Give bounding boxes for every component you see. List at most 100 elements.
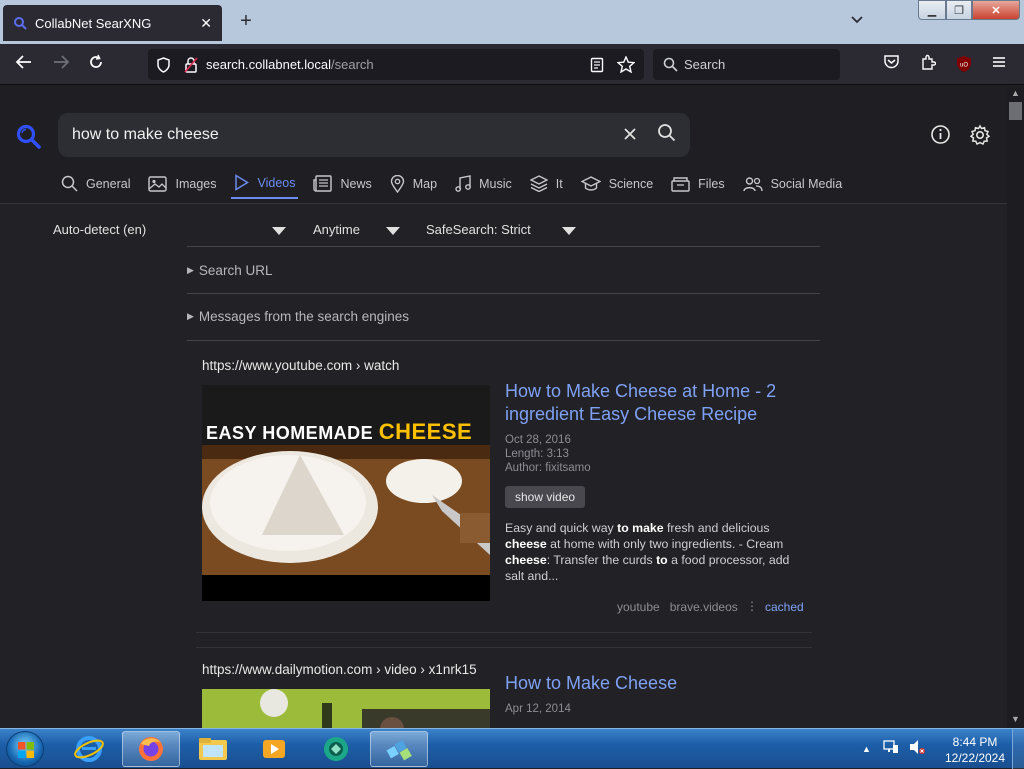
reload-icon[interactable]	[88, 54, 104, 75]
firefox-icon[interactable]	[122, 731, 180, 767]
result-title-link[interactable]: How to Make Cheese at Home - 2 ingredien…	[505, 380, 805, 426]
search-input[interactable]: how to make cheese	[58, 113, 690, 157]
forward-arrow-icon[interactable]	[52, 54, 70, 75]
pocket-icon[interactable]	[883, 54, 900, 75]
tab-news[interactable]: News	[310, 174, 374, 199]
triangle-right-icon: ▶	[187, 311, 194, 321]
result-engines: youtube brave.videos	[617, 600, 738, 614]
snippet-highlight: to make	[617, 521, 664, 535]
lock-insecure-icon[interactable]	[184, 57, 198, 73]
chat-app-icon[interactable]	[307, 731, 365, 767]
tab-music[interactable]: Music	[452, 174, 515, 199]
searxng-logo-icon[interactable]	[16, 124, 42, 150]
engine-brave-videos: brave.videos	[669, 600, 738, 614]
scrollbar-thumb[interactable]	[1009, 102, 1022, 120]
maximize-icon[interactable]: ❐	[946, 0, 972, 20]
shield-icon[interactable]	[156, 57, 171, 73]
tab-social-media[interactable]: Social Media	[740, 174, 846, 199]
browser-tab[interactable]: CollabNet SearXNG ✕	[3, 5, 222, 41]
url-path: /search	[331, 57, 374, 72]
network-app-icon[interactable]	[370, 731, 428, 767]
language-select[interactable]: Auto-detect (en)	[53, 222, 146, 237]
chevron-down-icon[interactable]	[386, 227, 400, 235]
tab-it[interactable]: It	[527, 174, 566, 199]
tab-science[interactable]: Science	[578, 174, 656, 199]
result-url-host: https://www.dailymotion.com	[202, 662, 373, 677]
video-thumbnail[interactable]	[202, 689, 490, 728]
cached-link[interactable]: cached	[765, 600, 804, 614]
chevron-down-icon[interactable]	[562, 227, 576, 235]
snippet-highlight: cheese	[505, 537, 547, 551]
safesearch-select[interactable]: SafeSearch: Strict	[426, 222, 531, 237]
search-icon	[663, 57, 678, 72]
chevron-down-icon[interactable]	[850, 12, 864, 28]
tab-images[interactable]: Images	[145, 174, 219, 199]
media-player-icon[interactable]	[245, 731, 303, 767]
close-window-icon[interactable]: ✕	[972, 0, 1020, 20]
scroll-up-icon[interactable]: ▲	[1011, 88, 1020, 98]
new-tab-icon[interactable]: +	[235, 10, 257, 33]
file-box-icon	[671, 176, 694, 192]
info-icon[interactable]	[930, 124, 951, 151]
video-result: https://www.dailymotion.com › video › x1…	[188, 648, 816, 728]
result-snippet: Easy and quick way to make fresh and del…	[505, 520, 805, 584]
volume-muted-icon[interactable]	[909, 739, 925, 760]
browser-search-field[interactable]: Search	[653, 49, 840, 80]
start-button[interactable]	[6, 731, 44, 767]
hamburger-menu-icon[interactable]	[991, 54, 1007, 74]
video-thumbnail[interactable]: EASY HOMEMADE CHEESE	[202, 385, 490, 601]
internet-explorer-icon[interactable]	[60, 731, 118, 767]
clear-search-icon[interactable]	[623, 124, 637, 147]
page-scrollbar[interactable]: ▲ ▼	[1007, 86, 1024, 728]
show-video-button[interactable]: show video	[505, 486, 586, 508]
show-hidden-icons-icon[interactable]: ▲	[862, 744, 871, 754]
url-text: search.collabnet.local/search	[206, 57, 374, 72]
windows-taskbar: ▲ 8:44 PM 12/22/2024	[0, 728, 1024, 769]
result-url[interactable]: https://www.youtube.com › watch	[202, 358, 399, 373]
taskbar-clock[interactable]: 8:44 PM 12/22/2024	[940, 734, 1010, 766]
tab-map[interactable]: Map	[387, 174, 440, 199]
result-date: Apr 12, 2014	[505, 703, 571, 715]
search-url-expander[interactable]: ▶ Search URL	[187, 263, 272, 278]
tab-general[interactable]: General	[58, 174, 133, 199]
kebab-menu-icon[interactable]: ⋮	[746, 599, 758, 613]
people-icon	[742, 176, 767, 192]
result-title-link[interactable]: How to Make Cheese	[505, 672, 805, 695]
result-meta: Oct 28, 2016 Length: 3:13 Author: fixits…	[505, 433, 591, 475]
settings-gear-icon[interactable]	[969, 124, 991, 151]
chevron-down-icon[interactable]	[272, 227, 286, 235]
bookmark-star-icon[interactable]	[617, 56, 635, 73]
show-desktop-button[interactable]	[1012, 729, 1024, 769]
thumbnail-caption-highlight: CHEESE	[378, 419, 473, 444]
divider	[187, 340, 820, 341]
tab-files[interactable]: Files	[668, 174, 727, 199]
minimize-icon[interactable]: ▁	[918, 0, 946, 20]
submit-search-icon[interactable]	[657, 123, 676, 147]
time-range-select[interactable]: Anytime	[313, 222, 360, 237]
file-explorer-icon[interactable]	[184, 731, 242, 767]
engine-messages-expander[interactable]: ▶ Messages from the search engines	[187, 309, 409, 324]
scroll-down-icon[interactable]: ▼	[1011, 714, 1020, 724]
back-arrow-icon[interactable]	[15, 54, 33, 75]
tab-label: It	[555, 176, 563, 191]
ublock-origin-icon[interactable]: uO	[955, 55, 973, 78]
result-date: Oct 28, 2016	[505, 434, 571, 446]
result-length: Length: 3:13	[505, 448, 569, 460]
layers-icon	[529, 175, 552, 192]
close-tab-icon[interactable]: ✕	[200, 15, 212, 32]
extensions-icon[interactable]	[920, 54, 937, 76]
header-icons	[930, 124, 991, 151]
result-url[interactable]: https://www.dailymotion.com › video › x1…	[202, 662, 477, 677]
tab-label: Videos	[257, 175, 296, 190]
image-icon	[148, 175, 171, 192]
tab-label: General	[86, 176, 131, 191]
address-bar[interactable]: search.collabnet.local/search	[148, 49, 644, 80]
url-host: search.collabnet.local	[206, 57, 332, 72]
tab-videos[interactable]: Videos	[231, 174, 299, 199]
tab-title: CollabNet SearXNG	[35, 15, 152, 31]
reader-view-icon[interactable]	[590, 57, 604, 73]
tab-label: Files	[698, 176, 725, 191]
snippet-highlight: to	[656, 553, 668, 567]
search-query-text[interactable]: how to make cheese	[72, 126, 623, 144]
network-icon[interactable]	[883, 739, 899, 760]
